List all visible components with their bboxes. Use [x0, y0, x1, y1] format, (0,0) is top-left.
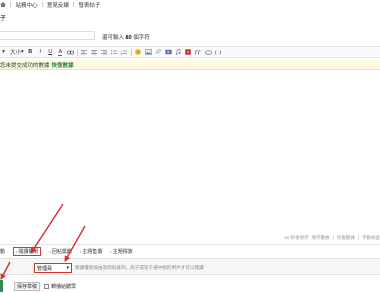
flash-icon[interactable] [185, 48, 192, 57]
editor-toolbar: ▾ 大小 ▾ B I U A [0, 46, 380, 58]
sync-to-followers-label: 轉播給聽眾 [51, 283, 77, 290]
tab-label: 主題售價 [82, 249, 103, 255]
list-icon[interactable] [111, 48, 118, 57]
link-icon[interactable] [66, 48, 74, 57]
align-center-icon[interactable] [91, 48, 98, 57]
char-remaining-suffix: 個字符 [133, 35, 150, 41]
tab-label: 回帖獎勵 [51, 249, 72, 255]
attachment-icon[interactable] [155, 48, 162, 57]
chevron-down-icon: ▾ [66, 265, 69, 271]
read-permission-panel: 管理員 ▾ 閱讀權限按由高到低排列，高于或等于選中組的用戶才可以閱讀 [0, 258, 380, 275]
chevron-down-icon: ▾ [21, 49, 24, 55]
align-left-icon[interactable] [81, 48, 88, 57]
breadcrumb-separator: | [41, 1, 43, 8]
status-separator: | [357, 235, 359, 240]
code-icon[interactable] [204, 48, 212, 57]
video-icon[interactable] [165, 48, 172, 57]
page-title: 子 [0, 16, 7, 22]
tab-label: 閱讀權限 [18, 249, 39, 255]
quote-icon[interactable] [195, 48, 202, 57]
toolbar-divider [130, 48, 132, 56]
bullet-icon: • [49, 249, 51, 254]
bullet-icon: • [16, 249, 18, 254]
music-icon[interactable] [175, 48, 182, 57]
options-tabs: 動 • 閱讀權限 • 回帖獎勵 • 主題售價 • 主題標簽 [0, 247, 133, 256]
font-color-icon: A [58, 48, 63, 56]
font-size-dropdown[interactable]: 大小 ▾ [10, 48, 24, 57]
read-permission-value: 管理員 [37, 265, 53, 272]
tab-label: 動 [0, 249, 6, 255]
editor-status-bar: 20 秒後保存 保存數據 | 恢復數據 | 字數檢查 [284, 235, 380, 241]
read-permission-select[interactable]: 管理員 ▾ [34, 263, 72, 273]
save-draft-button[interactable]: 保存草稿 [14, 281, 41, 291]
restore-notice: 您未提交成功的數據 恢復數據 [0, 60, 380, 70]
save-data-link[interactable]: 保存數據 [312, 235, 330, 241]
editor-body[interactable] [0, 70, 380, 234]
image-icon[interactable] [144, 48, 152, 57]
breadcrumb: | 站務中心 | 意見反饋 | 發表帖子 [0, 0, 100, 9]
breadcrumb-item-feedback[interactable]: 意見反饋 [47, 1, 69, 9]
emoji-icon[interactable] [135, 48, 142, 57]
char-remaining-prefix: 還可輸入 [102, 35, 125, 41]
tab-thread-tags[interactable]: • 主題標簽 [110, 248, 132, 255]
breadcrumb-item-site-center[interactable]: 站務中心 [15, 1, 37, 9]
checkbox-icon[interactable] [44, 283, 50, 289]
restore-data-link[interactable]: 恢復數據 [52, 61, 74, 69]
breadcrumb-item-post: 發表帖子 [78, 2, 101, 9]
word-count-link[interactable]: 字數檢查 [362, 235, 380, 241]
post-button[interactable] [0, 280, 3, 292]
more-tools-icon[interactable] [215, 48, 222, 57]
restore-data-status-link[interactable]: 恢復數據 [337, 235, 355, 241]
bullet-icon: • [79, 249, 82, 254]
toolbar-divider [76, 48, 78, 56]
bullet-icon: • [110, 249, 112, 254]
tab-label: 主題標簽 [112, 249, 133, 255]
subject-input[interactable] [0, 31, 95, 40]
align-right-icon[interactable] [101, 48, 108, 57]
underline-button[interactable]: U [47, 48, 54, 57]
autosave-text: 20 秒後保存 [284, 235, 309, 240]
font-size-select[interactable]: ▾ [0, 48, 7, 57]
tab-action[interactable]: 動 [0, 248, 5, 255]
font-size-label: 大小 [10, 50, 22, 56]
sync-to-followers-checkbox[interactable]: 轉播給聽眾 [44, 283, 76, 290]
numbered-list-icon[interactable] [121, 48, 128, 57]
breadcrumb-separator: | [10, 1, 12, 8]
tab-reply-reward[interactable]: • 回帖獎勵 [49, 248, 71, 255]
font-color-button[interactable]: A [57, 48, 64, 57]
section-divider [0, 244, 380, 245]
italic-button[interactable]: I [37, 48, 44, 57]
tab-thread-price[interactable]: • 主題售價 [80, 248, 102, 255]
read-permission-hint: 閱讀權限按由高到低排列，高于或等于選中組的用戶才可以閱讀 [75, 265, 204, 270]
home-icon[interactable] [0, 2, 6, 7]
char-remaining-count: 80 [125, 35, 132, 41]
restore-notice-text: 您未提交成功的數據 [0, 62, 50, 69]
bold-button[interactable]: B [27, 48, 34, 57]
char-remaining: 還可輸入 80 個字符 [102, 33, 150, 41]
status-separator: | [332, 235, 334, 240]
tab-read-permission[interactable]: • 閱讀權限 [13, 247, 42, 256]
breadcrumb-separator: | [72, 1, 75, 8]
submit-bar: 保存草稿 轉播給聽眾 [0, 280, 76, 292]
